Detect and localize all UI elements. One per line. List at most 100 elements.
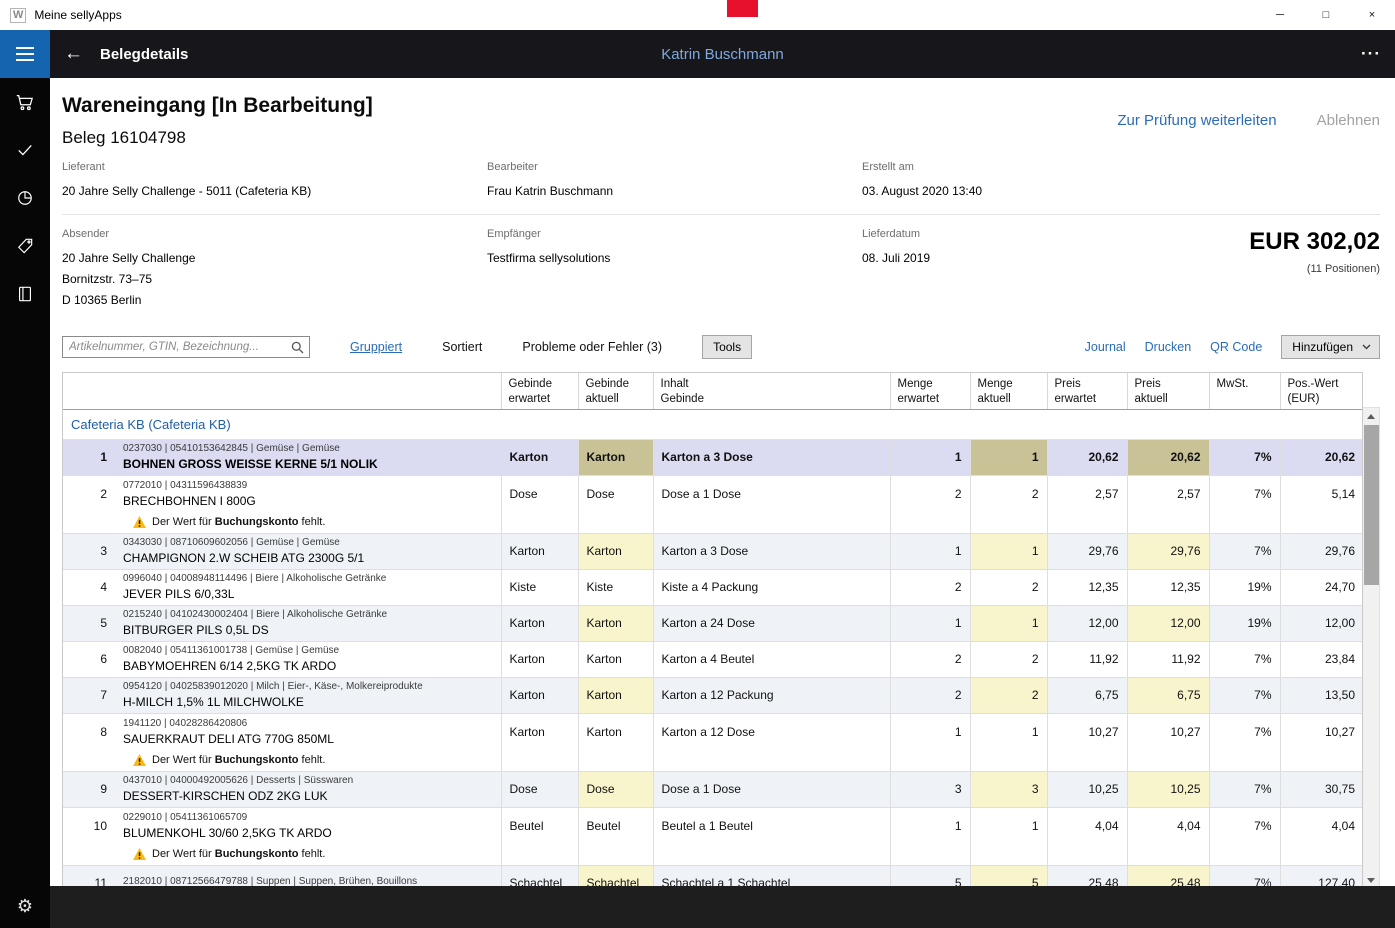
page-title: Belegdetails [100, 46, 188, 63]
add-button[interactable]: Hinzufügen [1281, 335, 1380, 359]
sidebar-item-reports[interactable] [0, 174, 50, 222]
column-header: Preis erwartet [1047, 373, 1127, 409]
cell-gebinde-erwartet: Karton [501, 677, 578, 713]
scrollbar-thumb[interactable] [1364, 425, 1379, 585]
table-row[interactable]: 90437010 | 04000492005626 | Desserts | S… [63, 771, 1363, 807]
table-row[interactable]: 40996040 | 04008948114496 | Biere | Alko… [63, 569, 1363, 605]
pie-chart-icon [15, 188, 35, 208]
sorted-link[interactable]: Sortiert [442, 340, 482, 354]
table-row[interactable]: 30343030 | 08710609602056 | Gemüse | Gem… [63, 533, 1363, 569]
table-header-row: Gebinde erwartetGebinde aktuellInhalt Ge… [63, 373, 1363, 409]
cell-menge-aktuell: 1 [970, 533, 1047, 569]
table-row[interactable]: 60082040 | 05411361001738 | Gemüse | Gem… [63, 641, 1363, 677]
table-row[interactable]: 100229010 | 05411361065709BLUMENKOHL 30/… [63, 807, 1363, 843]
warning-spacer [63, 749, 115, 771]
cell-warning: Der Wert für Buchungskonto fehlt. [115, 511, 501, 533]
sidebar-item-tasks[interactable] [0, 126, 50, 174]
qr-code-link[interactable]: QR Code [1210, 340, 1262, 354]
cell-gebinde-erwartet: Karton [501, 641, 578, 677]
row-warning: Der Wert für Buchungskonto fehlt. [63, 511, 1363, 533]
cell-gebinde-erwartet: Dose [501, 771, 578, 807]
cell-mwst: 7% [1209, 475, 1280, 511]
column-header: Gebinde aktuell [578, 373, 653, 409]
forward-for-review-link[interactable]: Zur Prüfung weiterleiten [1117, 112, 1276, 129]
table-row[interactable]: 50215240 | 04102430002404 | Biere | Alko… [63, 605, 1363, 641]
cell-mwst: 7% [1209, 533, 1280, 569]
warning-icon [133, 516, 146, 528]
row-warning: Der Wert für Buchungskonto fehlt. [63, 749, 1363, 771]
cell-menge-aktuell: 2 [970, 569, 1047, 605]
cell-gebinde-erwartet: Karton [501, 533, 578, 569]
cell-gebinde-aktuell: Beutel [578, 807, 653, 843]
cell-preis-aktuell: 6,75 [1127, 677, 1209, 713]
sidebar-item-labels[interactable] [0, 222, 50, 270]
grouped-link[interactable]: Gruppiert [350, 340, 402, 354]
cell-menge-aktuell: 2 [970, 641, 1047, 677]
row-number: 8 [63, 713, 115, 749]
table-body: Cafeteria KB (Cafeteria KB) 10237030 | 0… [63, 409, 1363, 886]
cell-inhalt: Schachtel a 1 Schachtel [653, 865, 890, 886]
minimize-button[interactable]: ─ [1257, 0, 1303, 30]
scrollbar-track[interactable] [1363, 424, 1380, 872]
sidebar-item-menu[interactable] [0, 30, 50, 78]
reject-link[interactable]: Ablehnen [1317, 112, 1380, 129]
scroll-up-arrow[interactable] [1363, 408, 1380, 424]
column-header: MwSt. [1209, 373, 1280, 409]
cell-gebinde-aktuell: Karton [578, 713, 653, 749]
table-row[interactable]: 11 2182010 | 08712566479788 | Suppen | Su… [63, 865, 1363, 886]
sidebar-item-cart[interactable] [0, 78, 50, 126]
cell-wert: 30,75 [1280, 771, 1363, 807]
total-amount: EUR 302,02 [1130, 228, 1380, 256]
article-meta: 0954120 | 04025839012020 | Milch | Eier-… [123, 681, 493, 692]
user-name[interactable]: Katrin Buschmann [661, 46, 784, 63]
redacted-marker [727, 0, 758, 17]
cell-menge-erwartet: 1 [890, 713, 970, 749]
maximize-button[interactable]: □ [1303, 0, 1349, 30]
column-header: Preis aktuell [1127, 373, 1209, 409]
cell-menge-erwartet: 2 [890, 641, 970, 677]
warning-empty-cell [1047, 511, 1127, 533]
info-value: 20 Jahre Selly Challenge Bornitzstr. 73–… [62, 248, 487, 311]
bottom-bar [50, 886, 1395, 928]
article-meta: 2182010 | 08712566479788 | Suppen | Supp… [123, 876, 493, 886]
sidebar-item-settings[interactable]: ⚙ [0, 884, 50, 928]
cell-wert: 13,50 [1280, 677, 1363, 713]
menu-icon [16, 47, 34, 61]
info-lieferant: Lieferant 20 Jahre Selly Challenge - 501… [62, 161, 487, 202]
more-options-button[interactable]: ··· [1361, 44, 1381, 64]
group-header-label: Cafeteria KB (Cafeteria KB) [63, 409, 1363, 439]
problems-filter-link[interactable]: Probleme oder Fehler (3) [522, 340, 662, 354]
column-header [63, 373, 501, 409]
cell-inhalt: Karton a 12 Dose [653, 713, 890, 749]
scroll-down-arrow[interactable] [1363, 872, 1380, 886]
table-row[interactable]: 70954120 | 04025839012020 | Milch | Eier… [63, 677, 1363, 713]
info-lieferdatum: Lieferdatum 08. Juli 2019 [862, 228, 1130, 311]
cell-mwst: 7% [1209, 439, 1280, 475]
close-button[interactable]: × [1349, 0, 1395, 30]
print-link[interactable]: Drucken [1145, 340, 1192, 354]
journal-link[interactable]: Journal [1085, 340, 1126, 354]
cell-preis-erwartet: 29,76 [1047, 533, 1127, 569]
cell-preis-erwartet: 4,04 [1047, 807, 1127, 843]
back-button[interactable]: ← [64, 43, 94, 65]
info-label: Lieferdatum [862, 228, 1130, 240]
search-icon[interactable] [291, 341, 304, 359]
table-row[interactable]: 20772010 | 04311596438839BRECHBOHNEN I 8… [63, 475, 1363, 511]
cell-menge-aktuell: 3 [970, 771, 1047, 807]
tag-icon [15, 236, 35, 256]
sidebar-item-journal[interactable] [0, 270, 50, 318]
search-input[interactable] [63, 337, 309, 357]
table-row[interactable]: 81941120 | 04028286420806SAUERKRAUT DELI… [63, 713, 1363, 749]
cell-preis-aktuell: 4,04 [1127, 807, 1209, 843]
cell-mwst: 7% [1209, 677, 1280, 713]
info-erstellt: Erstellt am 03. August 2020 13:40 [862, 161, 1130, 202]
cell-warning: Der Wert für Buchungskonto fehlt. [115, 749, 501, 771]
group-header-row[interactable]: Cafeteria KB (Cafeteria KB) [63, 409, 1363, 439]
vertical-scrollbar[interactable] [1363, 407, 1380, 886]
cell-inhalt: Karton a 3 Dose [653, 439, 890, 475]
cell-preis-erwartet: 25,48 [1047, 865, 1127, 886]
row-number: 11 [63, 865, 115, 886]
table-row[interactable]: 10237030 | 05410153642845 | Gemüse | Gem… [63, 439, 1363, 475]
cell-wert: 29,76 [1280, 533, 1363, 569]
tools-button[interactable]: Tools [702, 335, 752, 359]
